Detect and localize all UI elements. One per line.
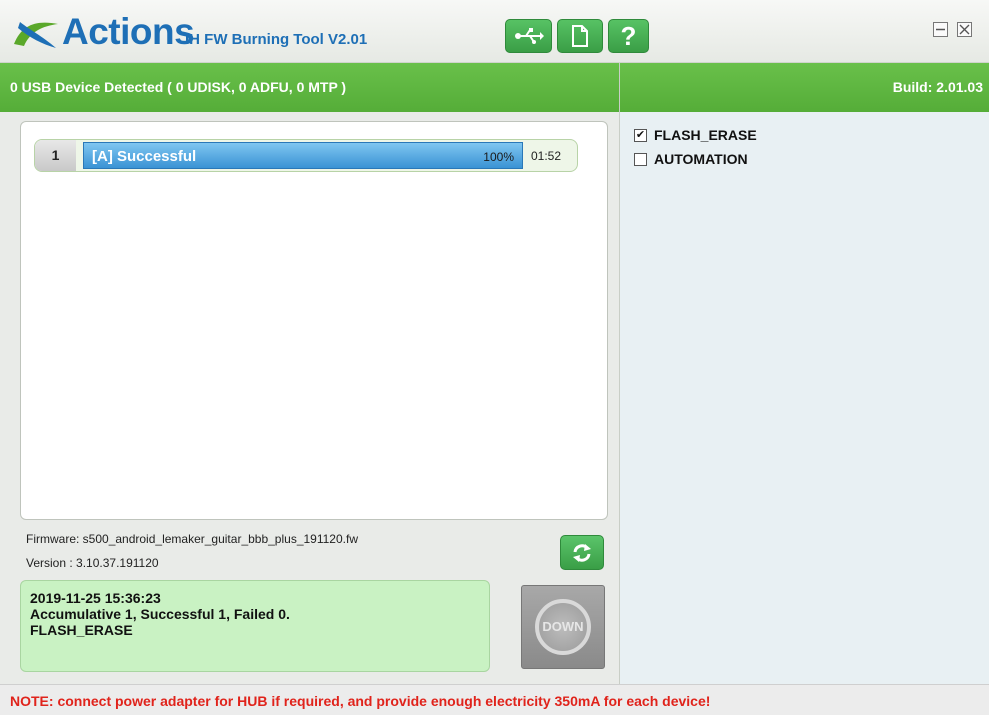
reload-firmware-button[interactable] (560, 535, 604, 570)
usb-button[interactable] (505, 19, 552, 53)
close-icon (959, 24, 970, 35)
app-subtitle: IH FW Burning Tool V2.01 (185, 31, 368, 48)
device-list (20, 121, 608, 520)
close-button[interactable] (957, 22, 972, 37)
status-bar: 0 USB Device Detected ( 0 UDISK, 0 ADFU,… (0, 63, 989, 112)
log-panel: 2019-11-25 15:36:23 Accumulative 1, Succ… (20, 580, 490, 672)
note-text: NOTE: connect power adapter for HUB if r… (10, 693, 711, 709)
device-progress-percent: 100% (483, 150, 514, 164)
help-button[interactable]: ? (608, 19, 649, 53)
log-line: Accumulative 1, Successful 1, Failed 0. (30, 606, 290, 622)
firmware-file-button[interactable] (557, 19, 603, 53)
refresh-icon (573, 543, 591, 562)
actions-logo-icon (14, 22, 58, 48)
note-bar: NOTE: connect power adapter for HUB if r… (0, 684, 989, 715)
firmware-file: Firmware: s500_android_lemaker_guitar_bb… (26, 532, 358, 546)
right-panel (620, 112, 989, 684)
log-line: 2019-11-25 15:36:23 (30, 590, 161, 606)
usb-detected-status: 0 USB Device Detected ( 0 UDISK, 0 ADFU,… (10, 79, 347, 95)
device-elapsed-time: 01:52 (531, 149, 562, 163)
download-ring-icon: DOWN (535, 599, 591, 655)
build-version: Build: 2.01.03 (892, 79, 983, 95)
log-line: FLASH_ERASE (30, 622, 133, 638)
flash-erase-option[interactable]: ✔ FLASH_ERASE (634, 127, 757, 143)
flash-erase-label: FLASH_ERASE (654, 127, 757, 143)
download-label: DOWN (542, 619, 584, 634)
automation-label: AUTOMATION (654, 151, 748, 167)
device-progress-bar: [A] Successful 100% (83, 142, 523, 169)
title-bar: Actions IH FW Burning Tool V2.01 ? (0, 0, 989, 63)
minimize-button[interactable] (933, 22, 948, 37)
minimize-icon (936, 28, 945, 31)
firmware-version: Version : 3.10.37.191120 (26, 556, 159, 570)
usb-icon (514, 28, 544, 44)
brand-name: Actions (62, 11, 195, 52)
automation-option[interactable]: AUTOMATION (634, 151, 748, 167)
device-index: 1 (35, 140, 76, 171)
device-status-text: [A] Successful (92, 148, 197, 165)
automation-checkbox[interactable] (634, 152, 647, 166)
device-row[interactable]: 1 [A] Successful 100% 01:52 (34, 139, 578, 172)
document-icon (572, 25, 588, 47)
download-button[interactable]: DOWN (521, 585, 605, 669)
flash-erase-checkbox[interactable]: ✔ (634, 128, 647, 142)
